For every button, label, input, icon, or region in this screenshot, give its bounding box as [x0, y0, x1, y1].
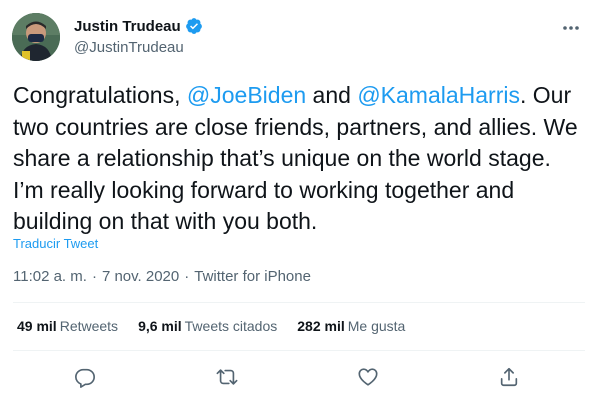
tweet-text-part: and	[306, 82, 358, 108]
author-display-name[interactable]: Justin Trudeau	[74, 18, 181, 35]
avatar[interactable]	[12, 13, 60, 61]
tweet-time[interactable]: 11:02 a. m.	[13, 268, 87, 285]
quotes-label: Tweets citados	[184, 318, 278, 334]
engagement-stats: 49 mil Retweets 9,6 mil Tweets citados 282…	[17, 318, 425, 334]
more-options-button[interactable]	[560, 18, 582, 38]
like-button[interactable]	[351, 360, 385, 394]
retweet-button[interactable]	[210, 360, 244, 394]
heart-icon	[358, 368, 378, 386]
reply-button[interactable]	[68, 360, 102, 394]
tweet-text: Congratulations, @JoeBiden and @KamalaHa…	[13, 80, 583, 238]
verified-badge-icon	[185, 18, 202, 34]
retweets-count: 49 mil	[17, 318, 57, 334]
meta-separator: ·	[91, 268, 97, 285]
translate-tweet-link[interactable]: Traducir Tweet	[13, 236, 98, 251]
tweet-text-part: Congratulations,	[13, 82, 187, 108]
tweet-source[interactable]: Twitter for iPhone	[194, 268, 311, 285]
retweets-label: Retweets	[59, 318, 119, 334]
more-horizontal-icon	[563, 26, 579, 30]
tweet-header: Justin Trudeau @JustinTrudeau	[12, 12, 584, 64]
tweet-date[interactable]: 7 nov. 2020	[102, 268, 179, 285]
mention-joebiden[interactable]: @JoeBiden	[187, 82, 306, 108]
meta-separator: ·	[184, 268, 190, 285]
divider	[13, 350, 585, 351]
tweet-card: Justin Trudeau @JustinTrudeau Congratula…	[0, 0, 596, 405]
author-handle[interactable]: @JustinTrudeau	[74, 39, 203, 56]
mention-kamalaharris[interactable]: @KamalaHarris	[357, 82, 520, 108]
likes-stat[interactable]: 282 mil Me gusta	[297, 318, 405, 334]
profile-photo-icon	[12, 13, 60, 61]
divider	[13, 302, 585, 303]
reply-icon	[75, 368, 95, 388]
retweets-stat[interactable]: 49 mil Retweets	[17, 318, 118, 334]
likes-label: Me gusta	[347, 318, 406, 334]
action-bar	[0, 360, 596, 394]
share-button[interactable]	[492, 360, 526, 394]
quote-tweets-stat[interactable]: 9,6 mil Tweets citados	[138, 318, 277, 334]
share-icon	[500, 367, 518, 387]
quotes-count: 9,6 mil	[138, 318, 182, 334]
likes-count: 282 mil	[297, 318, 345, 334]
author-names: Justin Trudeau @JustinTrudeau	[74, 16, 203, 56]
tweet-metadata: 11:02 a. m. · 7 nov. 2020 · Twitter for iPho…	[13, 268, 311, 285]
retweet-icon	[216, 369, 238, 385]
